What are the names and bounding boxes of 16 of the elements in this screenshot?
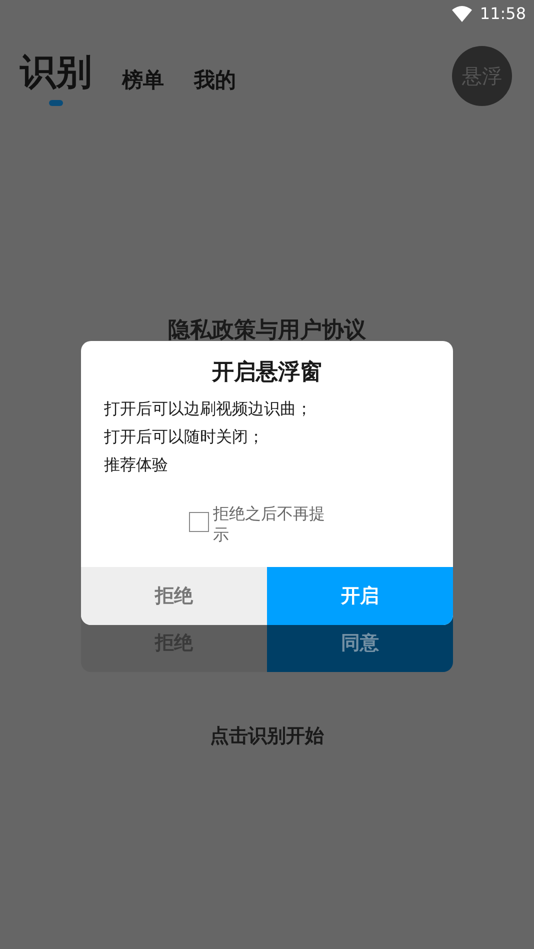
- dialog-button[interactable]: 拒绝: [81, 567, 267, 625]
- tab[interactable]: 识别: [20, 46, 92, 106]
- dialog-title: 开启悬浮窗: [210, 358, 323, 387]
- tab-indicator: [49, 100, 63, 106]
- dialog-title: 隐私政策与用户协议: [167, 317, 367, 345]
- checkbox[interactable]: [189, 512, 209, 532]
- wifi-icon: [452, 6, 472, 22]
- status-time: 11:58: [480, 3, 526, 25]
- dialog-text: 推荐体验: [104, 454, 169, 476]
- checkbox-label: 拒绝之后不再提示: [213, 503, 325, 545]
- tab[interactable]: 我的: [194, 64, 236, 106]
- dialog-text: 打开后可以随时关闭；: [104, 426, 265, 448]
- hint-text: 点击识别开始: [209, 724, 325, 749]
- dialog-button[interactable]: 开启: [267, 567, 453, 625]
- dialog-text: 打开后可以边刷视频边识曲；: [104, 398, 313, 420]
- tab[interactable]: 榜单: [122, 64, 164, 106]
